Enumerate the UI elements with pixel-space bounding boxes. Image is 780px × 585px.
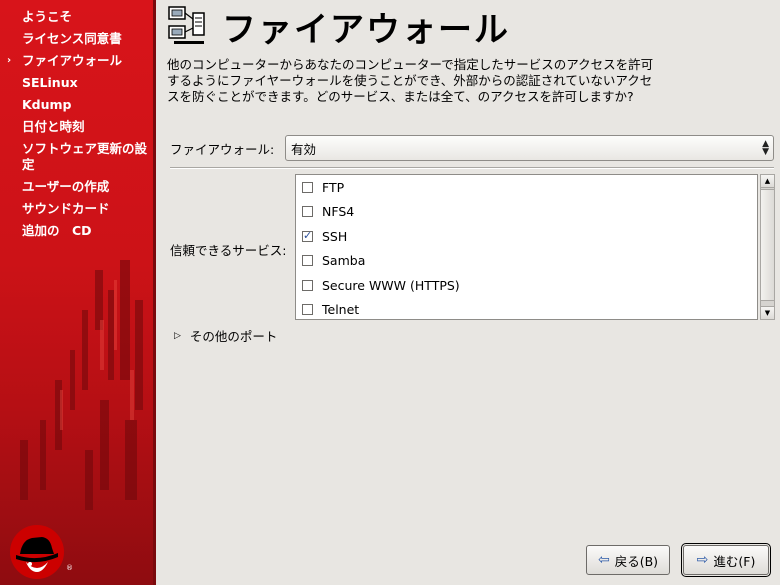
service-name: SSH	[322, 228, 348, 244]
scroll-up-arrow-icon[interactable]: ▲	[761, 175, 774, 188]
service-name: FTP	[322, 179, 345, 195]
scroll-thumb[interactable]	[761, 189, 774, 301]
service-checkbox[interactable]	[302, 304, 313, 316]
sidebar-item-label: ファイアウォール	[22, 53, 123, 68]
service-row[interactable]: NFS4	[296, 200, 757, 225]
sidebar-item-label: ライセンス同意書	[22, 31, 122, 46]
service-name: Samba	[322, 253, 366, 269]
arrow-left-icon: ⇦	[597, 552, 610, 568]
arrow-right-icon: ⇨	[696, 552, 709, 568]
other-ports-expander[interactable]: ▷ その他のポート	[174, 326, 277, 345]
firewall-label: ファイアウォール:	[170, 141, 275, 157]
page-title: ファイアウォール	[222, 9, 510, 50]
service-checkbox[interactable]	[302, 206, 313, 218]
sidebar-item: サウンドカード	[0, 198, 156, 220]
current-step-arrow-icon: ›	[7, 55, 12, 66]
sidebar-item-label: ソフトウェア更新の設定	[22, 141, 148, 172]
separator	[170, 167, 774, 169]
sidebar-item-label: 追加の CD	[22, 223, 92, 238]
trusted-services-label: 信頼できるサービス:	[170, 243, 287, 258]
sidebar-item-label: 日付と時刻	[22, 119, 85, 134]
service-checkbox[interactable]	[302, 255, 313, 267]
firewall-selected-value: 有効	[291, 141, 317, 157]
scroll-down-arrow-icon[interactable]: ▼	[761, 306, 774, 319]
sidebar-item: ライセンス同意書	[0, 28, 156, 50]
firewall-row: ファイアウォール: 有効 ▲ ▼	[170, 135, 774, 161]
sidebar-item-label: サウンドカード	[22, 201, 110, 216]
page-header: ファイアウォール	[166, 2, 510, 50]
redhat-logo: ®	[8, 524, 73, 580]
trusted-services-list[interactable]: FTP NFS4 SSH Samba Secure WWW (HTTPS) Telnet	[295, 174, 758, 320]
sidebar-item: 日付と時刻	[0, 116, 156, 138]
sidebar-decoration	[20, 260, 143, 510]
description-text: 他のコンピューターからあなたのコンピューターで指定したサービスのアクセスを許可す…	[167, 57, 654, 104]
service-name: NFS4	[322, 204, 355, 220]
sidebar-item: Kdump	[0, 94, 156, 116]
firewall-select[interactable]: 有効 ▲ ▼	[285, 135, 774, 161]
sidebar-item: ソフトウェア更新の設定	[0, 138, 156, 176]
sidebar-item-label: Kdump	[22, 97, 72, 112]
sidebar-item: SELinux	[0, 72, 156, 94]
updown-arrows-icon: ▲ ▼	[762, 139, 769, 157]
service-checkbox[interactable]	[302, 279, 313, 291]
service-row[interactable]: Telnet	[296, 298, 757, 320]
service-name: Telnet	[322, 302, 360, 318]
service-row[interactable]: Samba	[296, 249, 757, 274]
sidebar-item: ユーザーの作成	[0, 176, 156, 198]
sidebar-item-label: ユーザーの作成	[22, 179, 110, 194]
sidebar-item: ようこそ	[0, 6, 156, 28]
back-button-label: 戻る(B)	[614, 553, 659, 569]
services-scrollbar[interactable]: ▲ ▼	[760, 174, 775, 320]
service-row[interactable]: Secure WWW (HTTPS)	[296, 273, 757, 298]
sidebar-item: › ファイアウォール	[0, 50, 156, 72]
sidebar-item-label: ようこそ	[22, 9, 73, 24]
sidebar-item-label: SELinux	[22, 75, 78, 90]
service-row[interactable]: SSH	[296, 224, 757, 249]
next-button[interactable]: ⇨ 進む(F)	[681, 543, 771, 577]
sidebar-steps: ようこそライセンス同意書 › ファイアウォール SELinux Kdump 日付と時刻ソフ…	[0, 0, 156, 242]
firewall-network-icon	[168, 6, 205, 44]
other-ports-label: その他のポート	[189, 329, 278, 344]
service-checkbox[interactable]	[302, 181, 313, 193]
next-button-label: 進む(F)	[713, 553, 756, 569]
expander-triangle-icon: ▷	[174, 330, 181, 341]
service-row[interactable]: FTP	[296, 175, 757, 200]
service-name: Secure WWW (HTTPS)	[322, 277, 460, 293]
sidebar-item: 追加の CD	[0, 220, 156, 242]
back-button[interactable]: ⇦ 戻る(B)	[586, 545, 670, 575]
sidebar: ようこそライセンス同意書 › ファイアウォール SELinux Kdump 日付と時刻ソフ…	[0, 0, 156, 585]
service-checkbox[interactable]	[302, 229, 313, 242]
